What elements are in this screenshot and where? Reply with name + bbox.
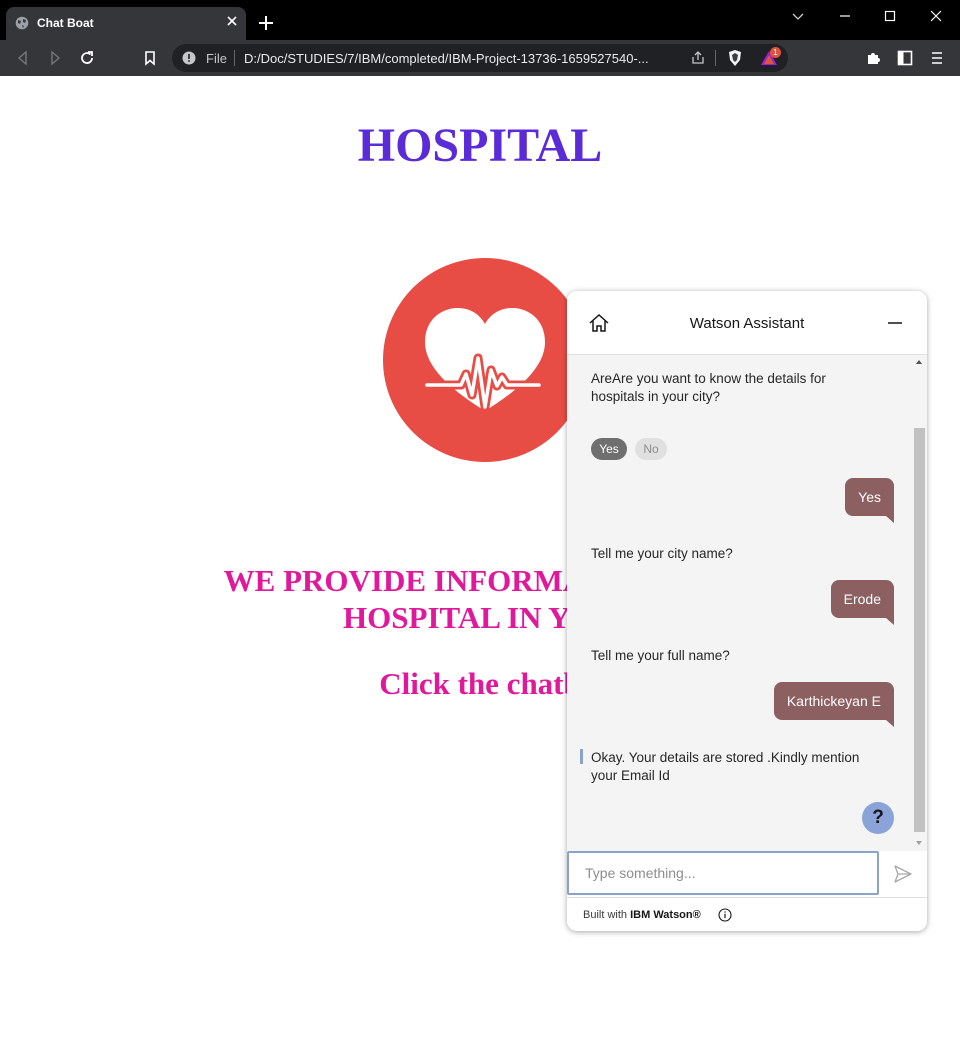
footer-prefix: Built with xyxy=(583,909,628,921)
brave-shield-icon[interactable] xyxy=(727,49,743,67)
footer-brand: IBM Watson® xyxy=(630,909,701,921)
bot-message: Tell me your city name? xyxy=(591,546,733,561)
address-url[interactable]: D:/Doc/STUDIES/7/IBM/completed/IBM-Proje… xyxy=(244,51,649,66)
rewards-badge: 1 xyxy=(770,47,781,58)
scroll-down-arrow-icon[interactable] xyxy=(916,841,922,845)
scrollbar-thumb[interactable] xyxy=(914,428,925,832)
user-message: Yes xyxy=(845,478,894,523)
option-yes-button[interactable]: Yes xyxy=(591,438,627,460)
extensions-icon[interactable] xyxy=(864,49,882,67)
option-no-button[interactable]: No xyxy=(635,438,667,460)
maximize-window-icon[interactable] xyxy=(882,8,898,24)
user-message: Erode xyxy=(830,580,895,625)
minimize-chat-icon[interactable] xyxy=(887,315,903,331)
info-circle-icon[interactable] xyxy=(718,908,732,922)
globe-icon xyxy=(15,16,29,30)
chat-header: Watson Assistant xyxy=(567,291,927,355)
chat-title: Watson Assistant xyxy=(689,315,805,332)
info-icon[interactable] xyxy=(182,51,196,65)
tab-title: Chat Boat xyxy=(37,16,94,30)
address-divider xyxy=(234,50,235,66)
browser-toolbar: File D:/Doc/STUDIES/7/IBM/completed/IBM-… xyxy=(0,40,960,76)
scroll-up-arrow-icon[interactable] xyxy=(916,360,922,364)
address-bar[interactable]: File D:/Doc/STUDIES/7/IBM/completed/IBM-… xyxy=(172,44,788,72)
tab-strip: Chat Boat xyxy=(0,0,960,40)
menu-icon[interactable] xyxy=(928,49,946,67)
chat-input[interactable] xyxy=(567,851,879,895)
close-window-icon[interactable] xyxy=(928,8,944,24)
heart-pulse-icon xyxy=(383,258,587,462)
minimize-window-icon[interactable] xyxy=(837,8,853,24)
help-button[interactable]: ? xyxy=(862,802,894,834)
chat-input-row xyxy=(567,851,927,897)
page-title: HOSPITAL xyxy=(357,119,603,172)
forward-icon[interactable] xyxy=(46,49,64,67)
brave-rewards-button[interactable]: 1 xyxy=(760,47,781,67)
chat-footer: Built with IBM Watson® xyxy=(567,897,927,931)
tab-chat-boat[interactable]: Chat Boat xyxy=(6,7,246,40)
user-message: Karthickeyan E xyxy=(773,682,895,727)
tab-search-chevron-icon[interactable] xyxy=(790,8,806,24)
share-icon[interactable] xyxy=(690,50,706,66)
bot-message: Okay. Your details are stored .Kindly me… xyxy=(580,749,881,785)
bot-message: Tell me your full name? xyxy=(591,648,730,663)
address-scheme: File xyxy=(206,51,227,66)
reload-icon[interactable] xyxy=(78,49,96,67)
address-divider-2 xyxy=(715,50,716,66)
sidebar-icon[interactable] xyxy=(896,49,914,67)
new-tab-icon[interactable] xyxy=(257,14,275,32)
send-icon[interactable] xyxy=(893,864,913,884)
bot-message: AreAre you want to know the details for … xyxy=(591,371,826,404)
bookmark-icon[interactable] xyxy=(141,49,159,67)
close-tab-icon[interactable] xyxy=(224,13,240,29)
browser-chrome: Chat Boat File D:/Doc/STUDIES/7/IBM/comp… xyxy=(0,0,960,76)
chat-messages: AreAre you want to know the details for … xyxy=(567,355,927,851)
built-with-label: Built with IBM Watson® xyxy=(583,909,701,921)
back-icon[interactable] xyxy=(14,49,32,67)
watson-chat-widget: Watson Assistant AreAre you want to know… xyxy=(567,291,927,931)
